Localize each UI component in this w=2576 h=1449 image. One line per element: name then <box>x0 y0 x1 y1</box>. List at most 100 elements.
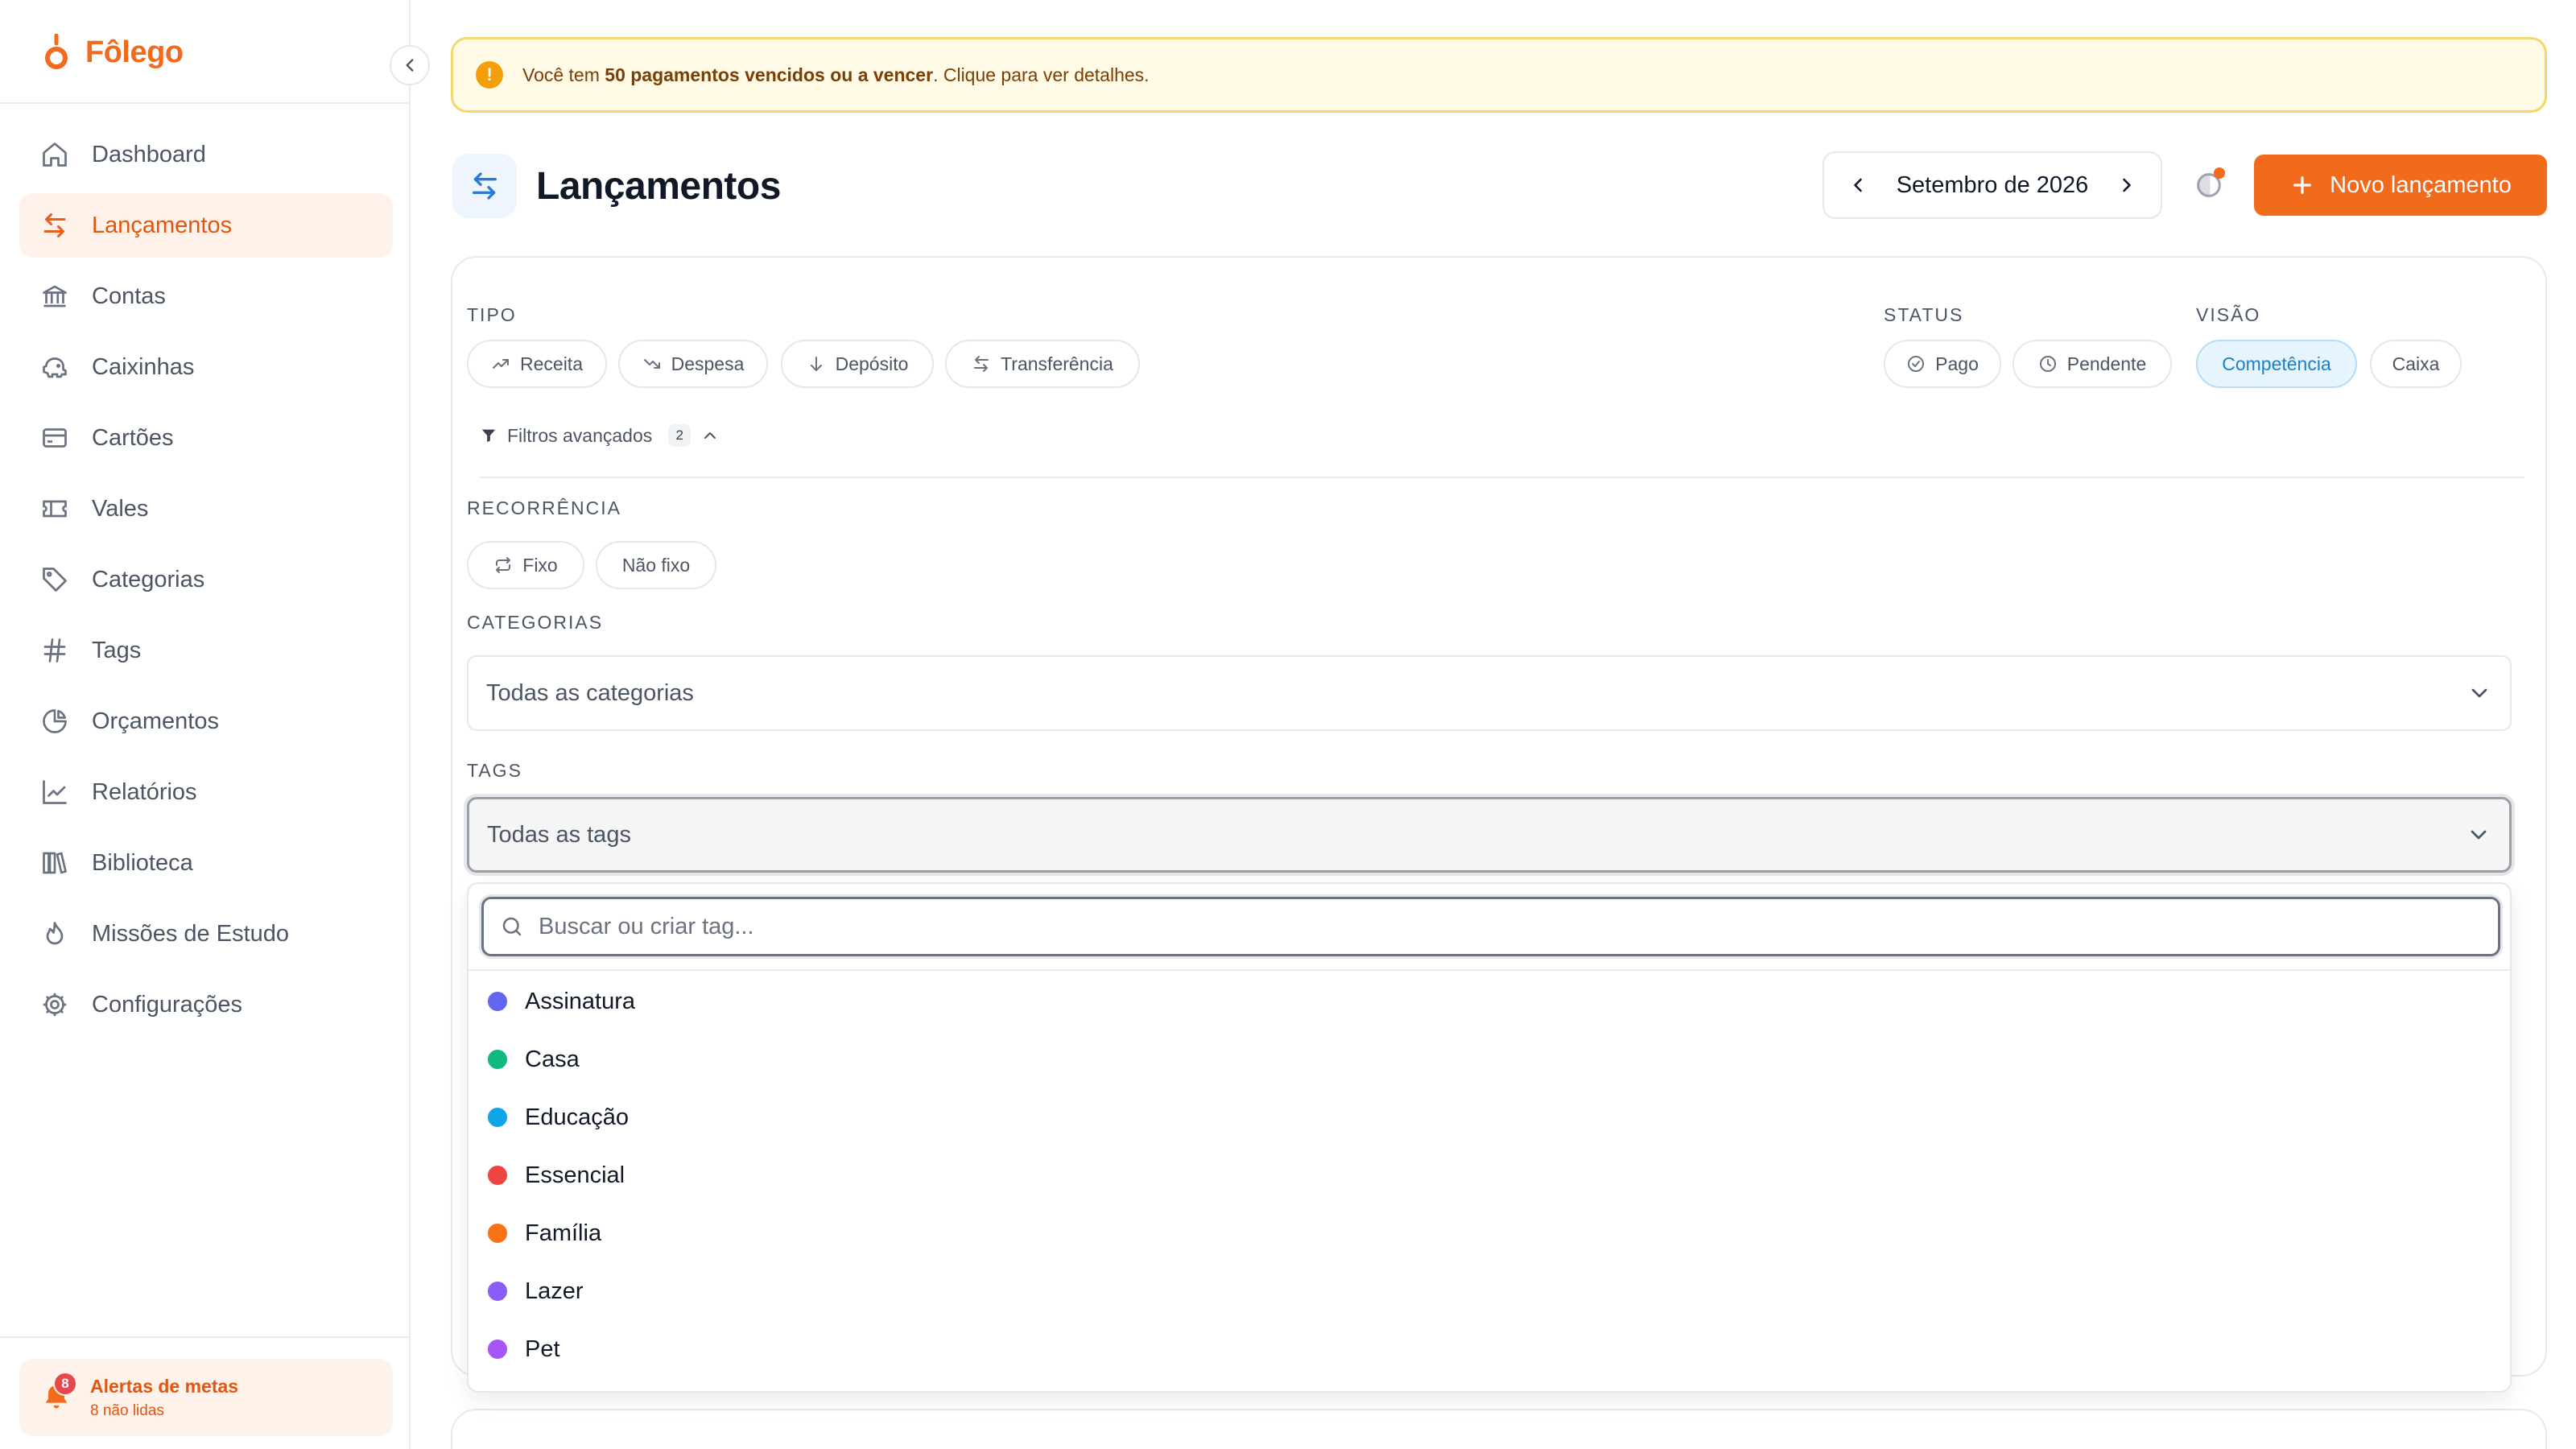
filter-chip-nao-fixo[interactable]: Não fixo <box>596 541 716 589</box>
sidebar-item-dashboard[interactable]: Dashboard <box>19 122 393 187</box>
sidebar-item-biblioteca[interactable]: Biblioteca <box>19 831 393 895</box>
gear-icon <box>39 989 71 1021</box>
chip-label: Fixo <box>522 554 558 576</box>
categorias-label: CATEGORIAS <box>467 612 604 633</box>
goal-alerts-card[interactable]: 8 Alertas de metas 8 não lidas <box>19 1359 393 1436</box>
new-entry-button[interactable]: Novo lançamento <box>2254 155 2547 216</box>
sidebar-item-lancamentos[interactable]: Lançamentos <box>19 193 393 258</box>
dropdown-divider <box>469 969 2510 971</box>
arrows-swap-icon <box>452 154 517 218</box>
tag-color-dot <box>488 1166 507 1185</box>
check-circle-icon <box>1906 354 1926 374</box>
arrows-swap-icon <box>39 209 71 242</box>
entries-card <box>451 1409 2547 1449</box>
chip-label: Competência <box>2222 353 2331 374</box>
visao-label: VISÃO <box>2196 304 2261 325</box>
tag-option-label: Assinatura <box>525 988 636 1014</box>
flame-icon <box>39 918 71 950</box>
chevron-left-icon <box>1854 178 1862 192</box>
tag-option-pet[interactable]: Pet <box>469 1320 2510 1378</box>
chip-label: Não fixo <box>621 554 691 576</box>
current-month-label[interactable]: Setembro de 2026 <box>1897 172 2089 199</box>
filter-chip-fixo[interactable]: Fixo <box>467 541 584 589</box>
tag-search-field[interactable] <box>481 897 2500 956</box>
tag-option-lazer[interactable]: Lazer <box>469 1262 2510 1320</box>
recorrencia-label: RECORRÊNCIA <box>467 497 621 518</box>
filter-chip-deposito[interactable]: Depósito <box>781 340 934 388</box>
sidebar-item-label: Contas <box>92 283 166 309</box>
filter-icon <box>481 429 496 443</box>
tag-option-familia[interactable]: Família <box>469 1204 2510 1262</box>
filter-chip-despesa[interactable]: Despesa <box>618 340 768 388</box>
filter-chip-transferencia[interactable]: Transferência <box>945 340 1140 388</box>
sidebar-item-label: Relatórios <box>92 778 197 805</box>
credit-card-icon <box>39 422 71 454</box>
arrow-down-icon <box>807 354 826 374</box>
sidebar-item-cartoes[interactable]: Cartões <box>19 406 393 470</box>
status-label: STATUS <box>1884 304 1964 325</box>
filter-chip-pago[interactable]: Pago <box>1884 340 2001 388</box>
sidebar-item-label: Biblioteca <box>92 849 193 876</box>
advanced-filters-toggle[interactable]: Filtros avançados 2 <box>480 423 720 448</box>
tag-color-dot <box>488 1340 507 1359</box>
alerts-subtitle: 8 não lidas <box>90 1402 164 1419</box>
view-chip-competencia[interactable]: Competência <box>2196 340 2357 388</box>
sidebar-item-contas[interactable]: Contas <box>19 264 393 328</box>
sidebar-item-label: Vales <box>92 495 149 522</box>
tags-select-value: Todas as tags <box>487 821 631 848</box>
filter-chip-receita[interactable]: Receita <box>467 340 607 388</box>
overdue-payments-banner[interactable]: ! Você tem 50 pagamentos vencidos ou a v… <box>451 37 2547 113</box>
collapse-sidebar-button[interactable] <box>390 45 430 85</box>
chevron-down-icon <box>2471 688 2487 698</box>
tag-color-dot <box>488 1282 507 1301</box>
tag-search-input[interactable] <box>539 913 2390 940</box>
sidebar-item-caixinhas[interactable]: Caixinhas <box>19 335 393 399</box>
sidebar-item-label: Lançamentos <box>92 212 233 238</box>
sidebar-item-missoes[interactable]: Missões de Estudo <box>19 902 393 966</box>
advanced-filters-count: 2 <box>668 424 691 447</box>
alerts-text: Alertas de metas 8 não lidas <box>90 1376 238 1420</box>
sidebar-item-tags[interactable]: Tags <box>19 618 393 683</box>
tags-dropdown: Assinatura Casa Educação Essencial Famíl… <box>467 882 2512 1393</box>
next-month-button[interactable] <box>2112 171 2141 200</box>
chip-label: Pendente <box>2066 353 2147 374</box>
tag-color-dot <box>488 1224 507 1243</box>
chevron-left-icon <box>406 59 414 72</box>
tag-option-casa[interactable]: Casa <box>469 1030 2510 1088</box>
ticket-icon <box>39 493 71 525</box>
sidebar-item-relatorios[interactable]: Relatórios <box>19 760 393 824</box>
previous-month-button[interactable] <box>1843 171 1872 200</box>
sidebar-nav: Dashboard Lançamentos Contas Caixinhas C… <box>19 122 393 1043</box>
categories-select[interactable]: Todas as categorias <box>467 655 2512 731</box>
tag-option-label: Essencial <box>525 1162 625 1188</box>
page-title: Lançamentos <box>536 164 781 208</box>
chip-label: Depósito <box>835 353 909 374</box>
hash-icon <box>39 634 71 667</box>
sidebar-item-label: Dashboard <box>92 141 206 167</box>
chevron-up-icon <box>704 432 716 439</box>
new-entry-label: Novo lançamento <box>2330 171 2512 198</box>
chip-label: Transferência <box>1001 353 1113 374</box>
sidebar-item-label: Orçamentos <box>92 708 219 734</box>
trend-up-icon <box>491 354 510 374</box>
tag-option-assinatura[interactable]: Assinatura <box>469 972 2510 1030</box>
filters-divider <box>480 477 2524 478</box>
sidebar: Fôlego Dashboard Lançamentos Contas Caix… <box>0 0 411 1449</box>
sidebar-item-categorias[interactable]: Categorias <box>19 547 393 612</box>
sidebar-item-orcamentos[interactable]: Orçamentos <box>19 689 393 753</box>
view-chip-caixa[interactable]: Caixa <box>2370 340 2462 388</box>
sidebar-item-vales[interactable]: Vales <box>19 477 393 541</box>
sidebar-bottom-divider <box>0 1336 409 1338</box>
sidebar-item-label: Tags <box>92 637 142 663</box>
brand-logo-icon <box>45 34 68 69</box>
tag-options-list: Assinatura Casa Educação Essencial Famíl… <box>469 972 2510 1378</box>
clock-icon <box>2038 354 2058 374</box>
tipo-label: TIPO <box>467 304 517 325</box>
tag-option-essencial[interactable]: Essencial <box>469 1146 2510 1204</box>
tags-select[interactable]: Todas as tags <box>467 797 2512 873</box>
filter-chip-pendente[interactable]: Pendente <box>2013 340 2172 388</box>
brand[interactable]: Fôlego <box>43 32 184 72</box>
tag-option-educacao[interactable]: Educação <box>469 1088 2510 1146</box>
sidebar-item-configuracoes[interactable]: Configurações <box>19 972 393 1037</box>
theme-toggle-button[interactable] <box>2193 167 2225 201</box>
